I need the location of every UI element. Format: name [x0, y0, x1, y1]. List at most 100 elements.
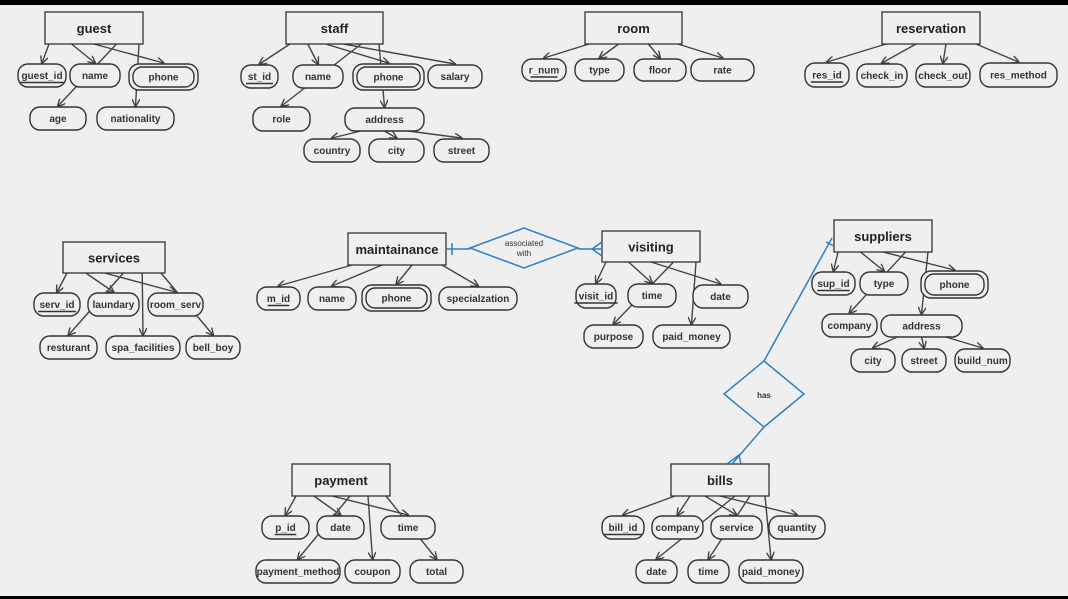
attribute-date[interactable]: date — [316, 515, 365, 540]
attribute-connector — [834, 251, 839, 271]
attribute-time[interactable]: time — [627, 283, 677, 308]
attribute-phone[interactable]: phone — [352, 63, 425, 91]
attribute-serv-id[interactable]: serv_id — [33, 292, 81, 317]
attribute-bell-boy[interactable]: bell_boy — [185, 335, 241, 360]
attribute-label: salary — [441, 72, 470, 83]
attribute-role[interactable]: role — [252, 106, 311, 132]
attribute-connector — [860, 251, 885, 271]
attribute-paid-money[interactable]: paid_money — [738, 559, 804, 584]
attribute-label: phone — [374, 73, 404, 84]
attribute-label: rate — [713, 66, 732, 77]
attribute-city[interactable]: city — [850, 348, 896, 373]
attribute-connector — [142, 272, 143, 335]
attribute-name[interactable]: name — [69, 63, 121, 88]
attribute-build-num[interactable]: build_num — [954, 348, 1011, 373]
attribute-address[interactable]: address — [880, 314, 963, 338]
attribute-label: address — [902, 322, 941, 333]
attribute-name[interactable]: name — [292, 64, 344, 89]
attribute-check-in[interactable]: check_in — [856, 63, 908, 88]
attribute-date[interactable]: date — [692, 284, 749, 309]
attribute-visit-id[interactable]: visit_id — [574, 283, 618, 309]
attribute-date[interactable]: date — [635, 559, 678, 584]
entity-staff[interactable]: staff st_id name phone salary role address coun… — [240, 11, 490, 163]
attribute-quantity[interactable]: quantity — [768, 515, 826, 540]
entity-suppliers[interactable]: suppliers sup_id type phone company address ci… — [811, 219, 1011, 373]
attribute-res-method[interactable]: res_method — [979, 62, 1058, 88]
attribute-paid-money[interactable]: paid_money — [652, 324, 731, 349]
attribute-connector — [397, 264, 413, 284]
attribute-company[interactable]: company — [651, 515, 704, 540]
attribute-label: bell_boy — [193, 343, 234, 354]
attribute-connector — [408, 130, 461, 138]
relationship-label: with — [516, 249, 531, 258]
attribute-connector — [650, 261, 721, 284]
attribute-total[interactable]: total — [409, 559, 464, 584]
relationship-label: associated — [505, 239, 543, 248]
entity-name: payment — [314, 473, 368, 488]
relationship-line — [731, 426, 765, 465]
attribute-r-num[interactable]: r_num — [521, 58, 567, 82]
relationship-associated-with[interactable]: associatedwith — [467, 227, 581, 269]
attribute-street[interactable]: street — [433, 138, 490, 163]
er-diagram: guestguest_id name phoneage nationalitystaf… — [17, 11, 1058, 584]
attribute-salary[interactable]: salary — [427, 64, 483, 89]
entity-reservation[interactable]: reservation res_id check_in check_out res_me… — [804, 11, 1058, 88]
attribute-label: city — [388, 146, 406, 157]
attribute-connector — [544, 43, 590, 58]
entity-bills[interactable]: bills bill_id company service quantity date ti… — [601, 463, 826, 584]
attribute-m-id[interactable]: m_id — [256, 286, 301, 311]
entity-services[interactable]: services serv_id laundary room_serv resturan… — [33, 241, 241, 360]
attribute-room-serv[interactable]: room_serv — [147, 292, 204, 317]
attribute-payment-method[interactable]: payment_method — [255, 559, 341, 584]
attribute-laundary[interactable]: laundary — [87, 292, 140, 317]
attribute-resturant[interactable]: resturant — [39, 335, 98, 360]
entity-room[interactable]: room r_num type floor rate — [521, 11, 755, 82]
entity-name: reservation — [896, 21, 966, 36]
attribute-time[interactable]: time — [380, 515, 436, 540]
attribute-age[interactable]: age — [29, 106, 87, 131]
entity-guest[interactable]: guest guest_id name phone age nationality — [17, 11, 199, 131]
attribute-time[interactable]: time — [687, 559, 730, 584]
attribute-p-id[interactable]: p_id — [261, 515, 310, 540]
attribute-spa-facilities[interactable]: spa_facilities — [105, 335, 181, 360]
attribute-coupon[interactable]: coupon — [344, 559, 401, 584]
attribute-label: role — [272, 115, 291, 126]
attribute-country[interactable]: country — [303, 138, 361, 163]
attribute-phone[interactable]: phone — [361, 284, 432, 312]
attribute-floor[interactable]: floor — [633, 58, 687, 82]
entity-payment[interactable]: payment p_id date time payment_method coupon t… — [255, 463, 464, 584]
attribute-label: purpose — [594, 332, 634, 343]
attribute-address[interactable]: address — [344, 107, 425, 132]
attribute-name[interactable]: name — [307, 286, 357, 311]
attribute-res-id[interactable]: res_id — [804, 62, 850, 88]
attribute-st-id[interactable]: st_id — [240, 64, 279, 89]
attribute-company[interactable]: company — [821, 313, 878, 338]
attribute-check-out[interactable]: check_out — [915, 63, 971, 88]
relationship-has[interactable]: has — [722, 360, 806, 428]
attribute-nationality[interactable]: nationality — [96, 106, 175, 131]
attribute-label: check_out — [918, 71, 968, 82]
attribute-specialzation[interactable]: specialzation — [438, 286, 518, 311]
attribute-phone[interactable]: phone — [128, 63, 199, 91]
attribute-street[interactable]: street — [901, 348, 947, 373]
attribute-city[interactable]: city — [368, 138, 425, 163]
attribute-label: serv_id — [39, 300, 74, 311]
attribute-connector — [975, 43, 1019, 62]
attribute-connector — [57, 272, 68, 292]
attribute-label: coupon — [354, 567, 390, 578]
attribute-type[interactable]: type — [574, 58, 625, 82]
attribute-connector — [677, 43, 723, 58]
attribute-purpose[interactable]: purpose — [583, 324, 644, 349]
attribute-service[interactable]: service — [710, 515, 763, 540]
attribute-label: time — [642, 291, 663, 302]
attribute-sup-id[interactable]: sup_id — [811, 271, 856, 296]
attribute-type[interactable]: type — [859, 271, 909, 296]
attribute-rate[interactable]: rate — [690, 58, 755, 82]
attribute-bill-id[interactable]: bill_id — [601, 515, 645, 540]
attribute-label: city — [864, 356, 882, 367]
attribute-phone[interactable]: phone — [920, 270, 989, 299]
attribute-label: street — [448, 146, 476, 157]
attribute-connector — [441, 264, 478, 286]
attribute-label: street — [910, 356, 938, 367]
attribute-guest-id[interactable]: guest_id — [17, 63, 67, 88]
